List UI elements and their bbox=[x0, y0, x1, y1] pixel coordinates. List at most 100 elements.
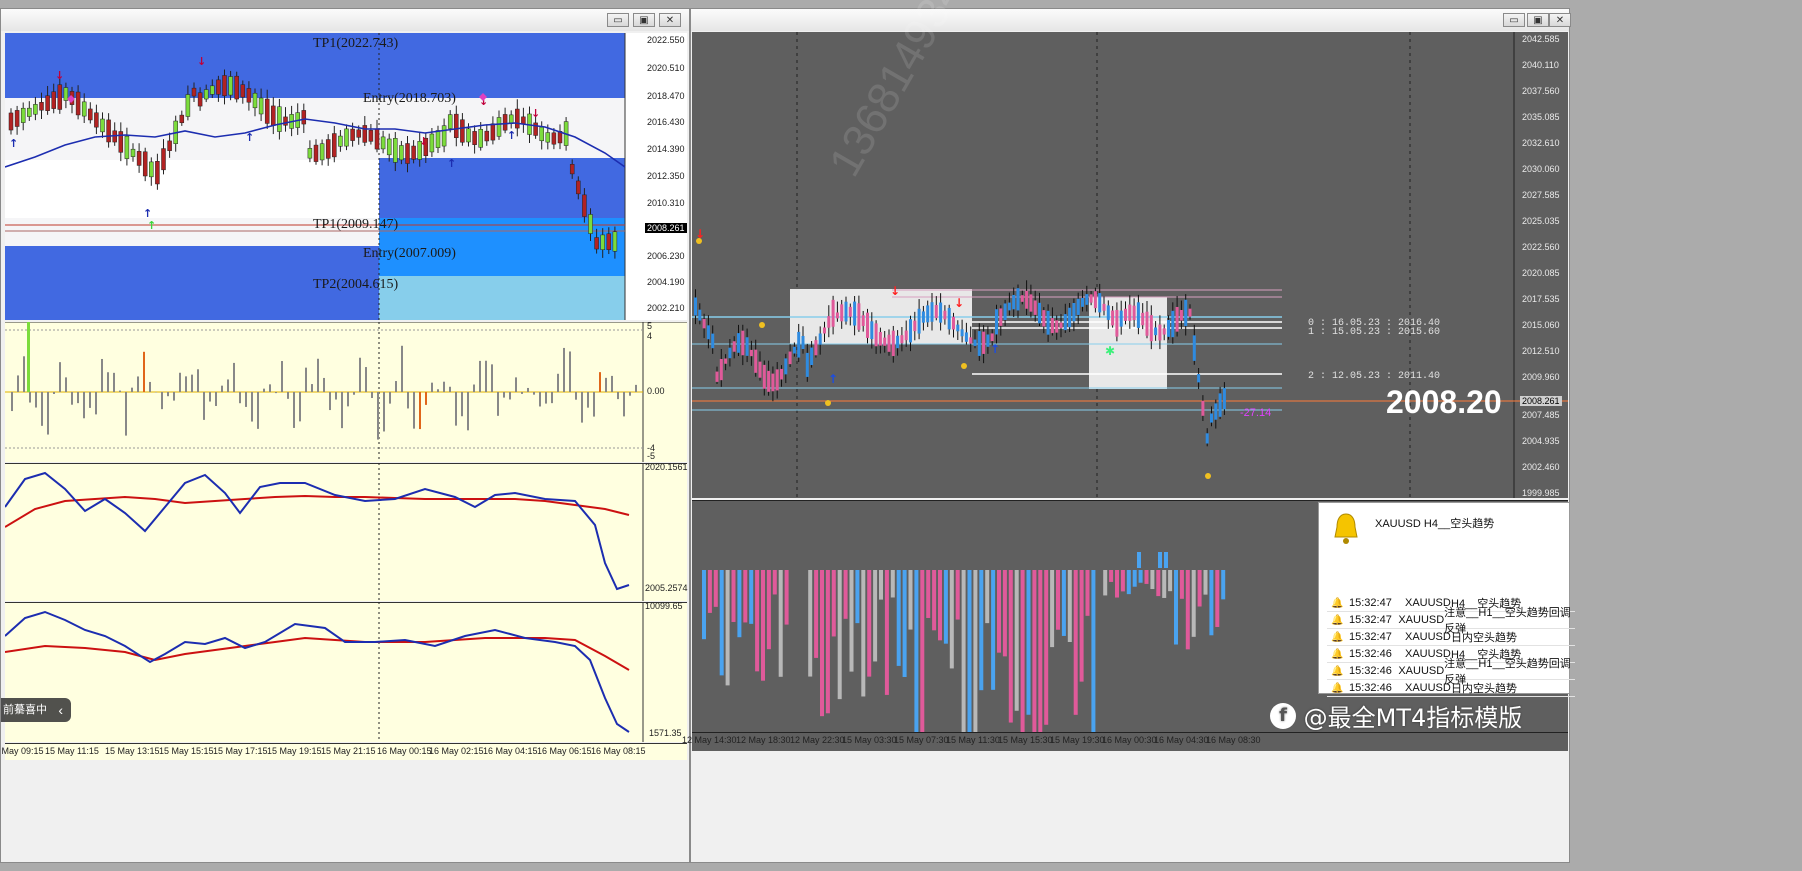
candle bbox=[325, 139, 331, 159]
candle bbox=[234, 75, 239, 100]
left-price-tick: 2010.310 bbox=[647, 198, 685, 208]
candle bbox=[167, 140, 172, 151]
histogram-bar bbox=[1120, 570, 1125, 592]
candle bbox=[319, 143, 325, 161]
right-time-tick: 12 May 22:30 bbox=[790, 735, 845, 745]
right-price-tick: 2004.935 bbox=[1522, 436, 1560, 446]
candle bbox=[870, 321, 874, 340]
right-price-chart[interactable]: ↓ ↓ ↓ ↑ ↑ ✱ -27.14 bbox=[692, 32, 1568, 498]
svg-text:↓: ↓ bbox=[954, 296, 964, 310]
candle bbox=[715, 371, 719, 382]
left-time-tick: 16 May 06:15 bbox=[537, 746, 592, 756]
tooltip-pill[interactable]: 前驀喜中 ‹ bbox=[1, 698, 71, 722]
histogram-bar bbox=[365, 367, 367, 392]
candle bbox=[429, 133, 435, 153]
histogram-bar bbox=[1115, 570, 1119, 598]
histogram-bar bbox=[449, 386, 451, 392]
candle bbox=[1158, 324, 1162, 341]
candle bbox=[706, 325, 710, 340]
candle bbox=[106, 119, 111, 143]
histogram-bar bbox=[873, 570, 878, 662]
left-indicator-pane-3[interactable] bbox=[5, 602, 687, 742]
candle bbox=[569, 164, 575, 175]
candle bbox=[1149, 315, 1153, 342]
histogram-bar bbox=[239, 392, 241, 404]
right-price-tick: 2022.560 bbox=[1522, 242, 1560, 252]
candle bbox=[1012, 294, 1016, 310]
histogram-bar bbox=[713, 570, 718, 607]
alert-row[interactable]: 🔔 15:32:46 XAUUSD 注意__H1__空头趋势回调反弹 bbox=[1327, 658, 1575, 686]
candle bbox=[952, 316, 955, 330]
histogram-bar bbox=[707, 570, 712, 613]
histogram-bar bbox=[1109, 570, 1114, 582]
alert-list[interactable]: 🔔 15:32:47 XAUUSD H4__空头趋势 🔔 15:32:47 XAUUSD 注… bbox=[1325, 595, 1575, 697]
candle bbox=[883, 337, 887, 346]
histogram-bar bbox=[920, 570, 925, 732]
candle bbox=[737, 333, 740, 353]
histogram-bar bbox=[281, 361, 283, 392]
candle bbox=[588, 214, 593, 234]
histogram-bar bbox=[831, 570, 836, 637]
left-indicator-pane-2[interactable] bbox=[5, 463, 687, 601]
histogram-bar bbox=[431, 382, 433, 392]
histogram-bar bbox=[353, 392, 355, 395]
collapse-chevron-icon[interactable]: ‹ bbox=[58, 698, 63, 722]
left-time-tick: 16 May 02:15 bbox=[429, 746, 484, 756]
alert-row[interactable]: 🔔 15:32:47 XAUUSD 日内空头趋势 bbox=[1327, 629, 1575, 646]
histogram-bar bbox=[407, 392, 409, 409]
histogram-bar bbox=[107, 372, 109, 392]
candle bbox=[1089, 294, 1093, 303]
right-close-button[interactable]: ✕ bbox=[1549, 13, 1571, 27]
svg-text:↓: ↓ bbox=[531, 107, 540, 120]
left-close-button[interactable]: ✕ bbox=[659, 13, 681, 27]
right-price-tick: 2040.110 bbox=[1522, 60, 1559, 70]
histogram-bar bbox=[825, 570, 830, 714]
alert-header: XAUUSD H4__空头趋势 bbox=[1375, 518, 1495, 530]
histogram-bar bbox=[521, 392, 523, 394]
histogram-bar bbox=[772, 570, 777, 595]
left-oscillator-histogram[interactable] bbox=[5, 322, 687, 462]
candle bbox=[1050, 318, 1054, 334]
left-time-tick: 15 May 15:15 bbox=[159, 746, 214, 756]
histogram-bar bbox=[233, 362, 235, 392]
left-minimize-button[interactable]: ▭ bbox=[607, 13, 629, 27]
histogram-bar bbox=[908, 570, 913, 630]
right-minimize-button[interactable]: ▭ bbox=[1503, 13, 1525, 27]
histogram-bar bbox=[1174, 570, 1178, 645]
candle bbox=[1124, 308, 1127, 321]
right-time-tick: 12 May 18:30 bbox=[736, 735, 791, 745]
candle bbox=[698, 309, 702, 321]
right-restore-button[interactable]: ▣ bbox=[1527, 13, 1549, 27]
histogram-bar bbox=[1168, 570, 1173, 592]
candle bbox=[1076, 298, 1080, 315]
alert-row[interactable]: 🔔 15:32:47 XAUUSD 注意__H1__空头趋势回调反弹 bbox=[1327, 607, 1575, 635]
histogram-bar bbox=[245, 392, 247, 407]
left-restore-button[interactable]: ▣ bbox=[633, 13, 655, 27]
candle bbox=[1007, 302, 1011, 311]
candle bbox=[960, 329, 964, 337]
svg-text:↑: ↑ bbox=[990, 342, 1000, 356]
histogram-bar bbox=[702, 570, 706, 640]
histogram-bar bbox=[926, 570, 931, 618]
candle bbox=[240, 84, 246, 98]
histogram-bar bbox=[837, 570, 842, 700]
histogram-bar bbox=[943, 570, 948, 644]
candle bbox=[887, 334, 891, 352]
histogram-bar bbox=[65, 377, 67, 392]
histogram-bar bbox=[95, 392, 97, 415]
histogram-bar bbox=[263, 388, 265, 392]
svg-text:↓: ↓ bbox=[197, 55, 206, 68]
candle bbox=[472, 131, 477, 145]
histogram-bar bbox=[569, 351, 571, 392]
candle bbox=[758, 361, 762, 378]
histogram-bar bbox=[539, 392, 541, 407]
right-price-tick: 2032.610 bbox=[1522, 138, 1560, 148]
histogram-bar bbox=[749, 570, 754, 624]
candle bbox=[780, 368, 783, 380]
histogram-bar bbox=[137, 376, 139, 392]
candle bbox=[264, 98, 270, 124]
candle bbox=[502, 114, 508, 131]
candle bbox=[947, 307, 951, 330]
histogram-bar bbox=[1073, 570, 1078, 715]
alert-row[interactable]: 🔔 15:32:46 XAUUSD 日内空头趋势 bbox=[1327, 680, 1575, 697]
